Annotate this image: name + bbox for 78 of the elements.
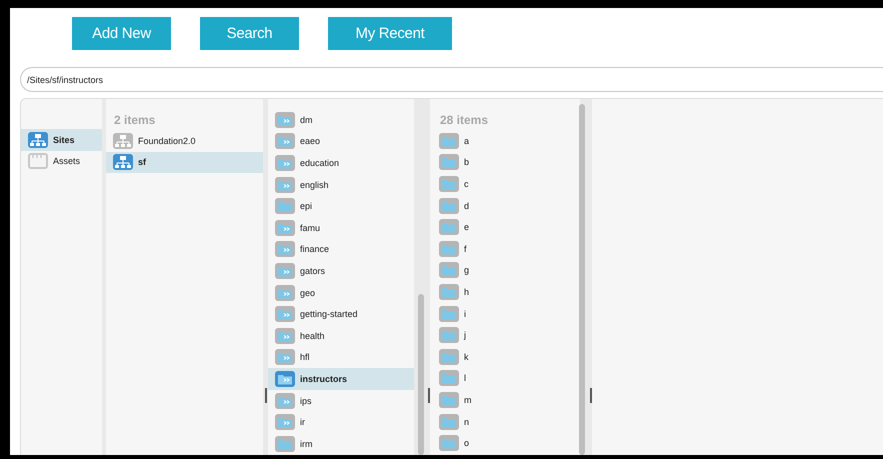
resize-handle[interactable] [265,388,267,403]
list-item[interactable]: h [430,281,580,303]
list-item[interactable]: ir [268,411,414,433]
resize-handle[interactable] [590,388,592,403]
sitemap-icon [113,132,133,149]
sitemap-icon [113,154,133,170]
scrollbar[interactable] [418,294,424,455]
list-item[interactable]: m [430,389,580,411]
list-item[interactable]: b [430,152,580,174]
folder-icon [439,435,459,452]
list-item[interactable]: famu [268,216,414,239]
folder-icon [439,327,459,344]
item-count: 2 items [113,112,156,129]
list-item[interactable]: d [430,194,580,216]
folder-icon [439,219,459,236]
linked-folder-icon [275,262,295,279]
list-item[interactable]: eaeo [268,130,414,152]
linked-folder-icon [275,306,295,322]
folder-icon [275,436,295,452]
list-item[interactable]: english [268,174,414,196]
sitemap-icon [28,132,48,148]
item-count: 28 items [439,112,490,129]
folder-icon [439,414,459,430]
list-item[interactable]: j [430,324,580,346]
list-item[interactable]: Foundation2.0 [106,130,263,152]
linked-folder-icon [275,349,295,366]
folder-icon [439,176,459,192]
scrollbar[interactable] [579,104,585,455]
folder-icon [439,370,459,386]
list-item[interactable]: hfl [268,346,414,368]
list-item[interactable]: k [430,346,580,368]
folder-icon [439,132,459,149]
linked-folder-icon [275,414,295,430]
list-item[interactable]: epi [268,195,414,217]
folder-icon [439,348,459,365]
linked-folder-icon [275,220,295,236]
list-item[interactable]: c [430,173,580,195]
list-item[interactable]: getting-started [268,303,414,325]
list-item[interactable]: l [430,368,580,390]
folder-icon [439,240,459,257]
folder-icon [439,262,459,278]
linked-folder-icon [275,241,295,258]
resize-handle[interactable] [428,388,430,403]
list-item[interactable]: n [430,410,580,432]
list-item[interactable]: dm [268,109,414,131]
list-item[interactable]: instructors [268,368,414,390]
folder-icon [439,154,459,170]
box-icon [28,153,48,170]
list-item[interactable]: sf [106,152,263,174]
list-item[interactable]: Sites [21,129,102,151]
list-item[interactable]: e [430,216,580,238]
folder-icon [439,306,459,322]
linked-folder-icon [275,112,295,128]
linked-folder-icon [275,133,295,150]
linked-folder-icon [275,370,295,387]
list-item[interactable]: gators [268,260,414,282]
list-item[interactable]: finance [268,238,414,260]
linked-folder-icon [275,392,295,409]
folder-icon [439,284,459,300]
folder-icon [275,198,295,214]
list-item[interactable]: ips [268,390,414,412]
list-item[interactable]: geo [268,282,414,304]
list-item[interactable]: a [430,130,580,152]
list-item[interactable]: i [430,302,580,324]
folder-icon [439,392,459,408]
linked-folder-icon [275,176,295,193]
path-field[interactable]: /Sites/sf/instructors [20,67,883,92]
linked-folder-icon [275,284,295,301]
list-item[interactable]: Assets [21,150,102,172]
linked-folder-icon [275,328,295,344]
list-item[interactable]: irm [268,432,414,454]
linked-folder-icon [275,154,295,171]
list-item[interactable]: education [268,152,414,174]
folder-icon [439,198,459,214]
list-item[interactable]: g [430,260,580,282]
list-item[interactable]: health [268,324,414,347]
list-item[interactable]: f [430,238,580,260]
list-item[interactable]: o [430,432,580,454]
